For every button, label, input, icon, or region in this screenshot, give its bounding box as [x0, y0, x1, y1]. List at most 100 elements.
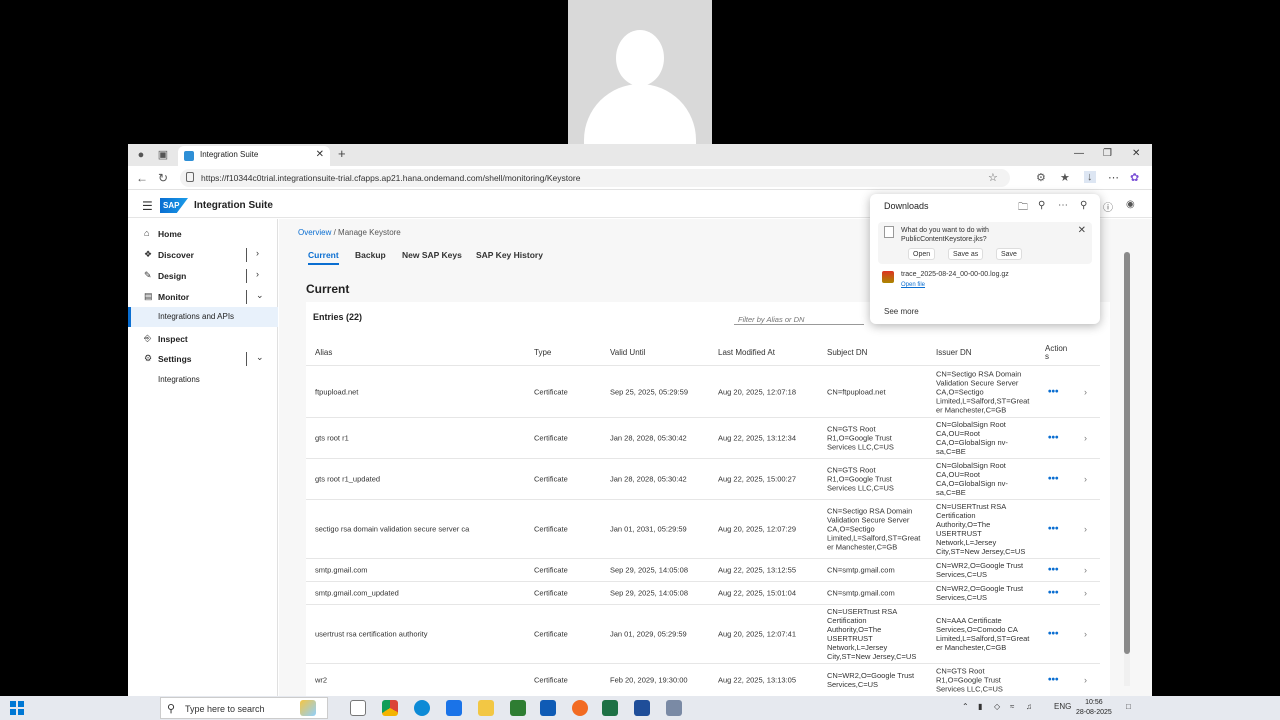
new-tab-icon[interactable]: +: [338, 146, 346, 161]
menu-icon[interactable]: ☰: [142, 199, 153, 213]
network-icon[interactable]: ◇: [994, 702, 1000, 711]
chrome-icon[interactable]: [382, 700, 398, 716]
clock[interactable]: 10:56 28-08-2025: [1076, 698, 1112, 718]
teams-icon[interactable]: [634, 700, 650, 716]
row-navigation-icon[interactable]: ›: [1084, 387, 1087, 397]
scrollbar-thumb[interactable]: [1124, 252, 1130, 654]
row-navigation-icon[interactable]: ›: [1084, 565, 1087, 575]
tab-sap-key-history[interactable]: SAP Key History: [476, 250, 543, 260]
row-actions-icon[interactable]: •••: [1048, 674, 1059, 685]
col-alias[interactable]: Alias: [315, 348, 332, 357]
table-row[interactable]: wr2 Certificate Feb 20, 2029, 19:30:00 Aug …: [306, 663, 1100, 695]
chevron-down-icon[interactable]: ⌄: [256, 290, 264, 301]
nav-item-monitor[interactable]: ▤ Monitor ⌄: [128, 287, 278, 307]
close-icon[interactable]: ✕: [1078, 225, 1086, 236]
more-icon[interactable]: ⋯: [1058, 200, 1068, 211]
help-icon[interactable]: ⓘ: [1103, 199, 1113, 214]
nav-item-inspect[interactable]: ⎆ Inspect: [128, 329, 278, 349]
row-actions-icon[interactable]: •••: [1048, 565, 1059, 576]
sap-logo[interactable]: SAP: [160, 198, 188, 213]
folder-icon[interactable]: 🗀: [1018, 200, 1028, 217]
search-icon[interactable]: ⚲: [1038, 200, 1045, 211]
col-subject-dn[interactable]: Subject DN: [827, 348, 867, 357]
notification-icon[interactable]: □: [1126, 702, 1131, 711]
mail-icon[interactable]: [446, 700, 462, 716]
row-actions-icon[interactable]: •••: [1048, 524, 1059, 535]
tab-actions-icon[interactable]: ▣: [156, 148, 170, 162]
postman-icon[interactable]: [572, 700, 588, 716]
table-row[interactable]: gts root r1 Certificate Jan 28, 2028, 05:3…: [306, 417, 1100, 458]
user-icon[interactable]: ◉: [1126, 199, 1135, 210]
row-navigation-icon[interactable]: ›: [1084, 524, 1087, 534]
row-navigation-icon[interactable]: ›: [1084, 474, 1087, 484]
row-actions-icon[interactable]: •••: [1048, 386, 1059, 397]
col-issuer-dn[interactable]: Issuer DN: [936, 348, 972, 357]
row-actions-icon[interactable]: •••: [1048, 474, 1059, 485]
file-explorer-icon[interactable]: [478, 700, 494, 716]
col-last-modified[interactable]: Last Modified At: [718, 348, 775, 357]
url-field[interactable]: https://f10344c0trial.integrationsuite-t…: [180, 169, 1010, 187]
nav-item-settings[interactable]: ⚙ Settings ⌄: [128, 349, 278, 369]
nav-item-design[interactable]: ✎ Design ›: [128, 266, 278, 286]
row-navigation-icon[interactable]: ›: [1084, 588, 1087, 598]
widgets-icon[interactable]: [300, 700, 316, 716]
extensions-icon[interactable]: ⚙: [1036, 171, 1046, 184]
calendar-icon[interactable]: [510, 700, 526, 716]
nav-item-integrations[interactable]: Integrations: [128, 370, 278, 390]
open-file-link[interactable]: Open file: [901, 282, 925, 288]
profile-icon[interactable]: ●: [134, 148, 148, 162]
edge-icon[interactable]: [414, 700, 430, 716]
excel-icon[interactable]: [602, 700, 618, 716]
task-view-icon[interactable]: [350, 700, 366, 716]
nav-item-integrations-and-apis[interactable]: Integrations and APIs: [128, 307, 278, 327]
row-actions-icon[interactable]: •••: [1048, 629, 1059, 640]
favorite-icon[interactable]: ☆: [988, 171, 998, 184]
outlook-icon[interactable]: [540, 700, 556, 716]
nav-item-home[interactable]: ⌂ Home: [128, 224, 278, 244]
back-icon[interactable]: ←: [136, 171, 148, 185]
tab-close-icon[interactable]: ✕: [316, 149, 324, 160]
tab-new-sap-keys[interactable]: New SAP Keys: [402, 250, 462, 260]
col-type[interactable]: Type: [534, 348, 551, 357]
more-icon[interactable]: ⋯: [1108, 171, 1119, 184]
row-navigation-icon[interactable]: ›: [1084, 675, 1087, 685]
copilot-icon[interactable]: ✿: [1130, 171, 1139, 184]
table-row[interactable]: ftpupload.net Certificate Sep 25, 2025, 05…: [306, 365, 1100, 417]
downloads-icon[interactable]: ↓: [1084, 171, 1096, 183]
chevron-down-icon[interactable]: ⌄: [256, 352, 264, 363]
table-row[interactable]: smtp.gmail.com Certificate Sep 29, 2025, 1…: [306, 558, 1100, 581]
window-close-icon[interactable]: ✕: [1132, 148, 1140, 159]
table-row[interactable]: gts root r1_updated Certificate Jan 28, 20…: [306, 458, 1100, 499]
breadcrumb-overview[interactable]: Overview: [298, 228, 331, 237]
save-button[interactable]: Save: [996, 248, 1022, 260]
see-more-link[interactable]: See more: [884, 307, 919, 316]
nav-item-discover[interactable]: ❖ Discover ›: [128, 245, 278, 265]
table-row[interactable]: sectigo rsa domain validation secure ser…: [306, 499, 1100, 558]
pin-icon[interactable]: ⚲: [1080, 200, 1087, 211]
chevron-right-icon[interactable]: ›: [256, 248, 259, 258]
network-app-icon[interactable]: [666, 700, 682, 716]
volume-icon[interactable]: ♫: [1026, 702, 1032, 711]
row-navigation-icon[interactable]: ›: [1084, 629, 1087, 639]
table-row[interactable]: smtp.gmail.com_updated Certificate Sep 29,…: [306, 581, 1100, 604]
refresh-icon[interactable]: ↻: [158, 171, 168, 185]
row-actions-icon[interactable]: •••: [1048, 433, 1059, 444]
minimize-icon[interactable]: —: [1074, 148, 1084, 159]
filter-input[interactable]: [734, 312, 854, 327]
col-valid-until[interactable]: Valid Until: [610, 348, 645, 357]
tray-chevron-icon[interactable]: ⌃: [962, 702, 969, 711]
language-indicator[interactable]: ENG: [1054, 702, 1071, 711]
row-navigation-icon[interactable]: ›: [1084, 433, 1087, 443]
open-button[interactable]: Open: [908, 248, 936, 260]
browser-tab[interactable]: Integration Suite ✕: [178, 146, 330, 166]
windows-start-icon[interactable]: [10, 701, 24, 715]
tab-current[interactable]: Current: [308, 250, 339, 265]
table-row[interactable]: usertrust rsa certification authority Cer…: [306, 604, 1100, 663]
restore-icon[interactable]: ❐: [1103, 148, 1112, 159]
page-scrollbar[interactable]: [1124, 252, 1130, 686]
tab-backup[interactable]: Backup: [355, 250, 386, 260]
download-item-completed[interactable]: trace_2025-08-24_00-00-00.log.gz Open fi…: [878, 270, 1092, 292]
wifi-icon[interactable]: ≈: [1010, 702, 1014, 711]
save-as-button[interactable]: Save as: [948, 248, 984, 260]
favorites-icon[interactable]: ★: [1060, 171, 1070, 184]
